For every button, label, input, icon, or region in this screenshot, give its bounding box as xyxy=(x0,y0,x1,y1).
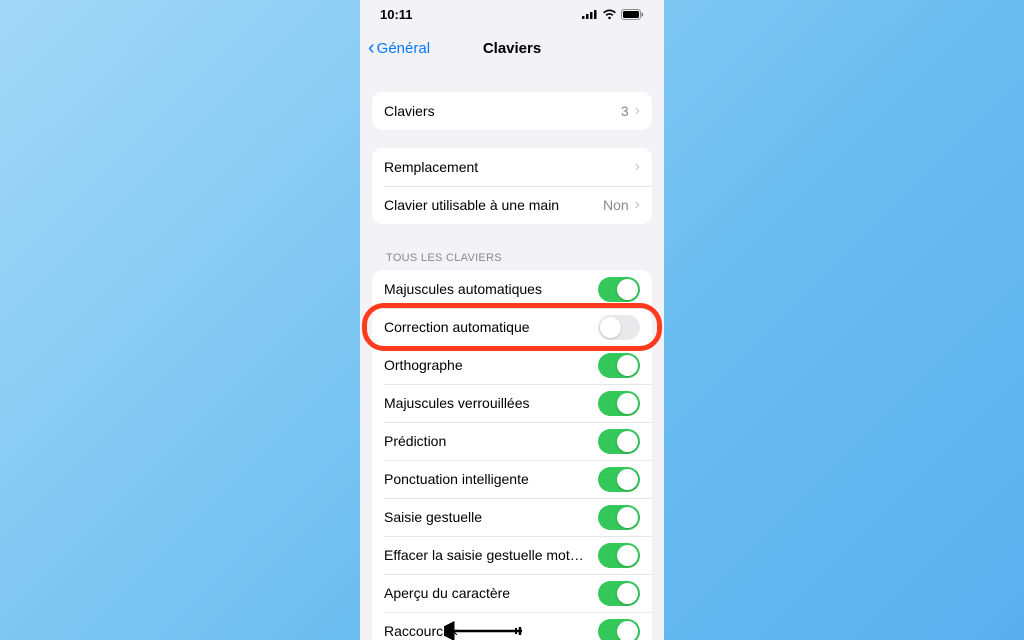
row-label: Claviers xyxy=(384,103,621,119)
toggle-label: Ponctuation intelligente xyxy=(384,471,598,487)
toggle-switch[interactable] xyxy=(598,619,640,640)
group-text: Remplacement › Clavier utilisable à une … xyxy=(372,148,652,224)
group-keyboards: Claviers 3 › xyxy=(372,92,652,130)
toggle-row: Majuscules verrouillées xyxy=(372,384,652,422)
toggle-switch[interactable] xyxy=(598,391,640,416)
settings-content: Claviers 3 › Remplacement › Clavier util… xyxy=(360,92,664,640)
status-bar: 10:11 xyxy=(360,0,664,28)
chevron-right-icon: › xyxy=(635,159,640,175)
toggle-row: Effacer la saisie gestuelle mot… xyxy=(372,536,652,574)
section-header: TOUS LES CLAVIERS xyxy=(386,252,652,264)
toggle-row: Ponctuation intelligente xyxy=(372,460,652,498)
row-label: Remplacement xyxy=(384,159,635,175)
nav-bar: ‹ Général Claviers xyxy=(360,28,664,68)
toggle-switch[interactable] xyxy=(598,543,640,568)
toggle-label: Prédiction xyxy=(384,433,598,449)
row-value: 3 xyxy=(621,103,629,119)
row-keyboards[interactable]: Claviers 3 › xyxy=(372,92,652,130)
toggle-switch[interactable] xyxy=(598,581,640,606)
toggle-row: Aperçu du caractère xyxy=(372,574,652,612)
toggle-label: Orthographe xyxy=(384,357,598,373)
toggle-row: Raccourci « xyxy=(372,612,652,640)
status-time: 10:11 xyxy=(380,7,413,22)
toggle-label: Saisie gestuelle xyxy=(384,509,598,525)
toggle-label: Majuscules verrouillées xyxy=(384,395,598,411)
toggle-row: Orthographe xyxy=(372,346,652,384)
toggle-switch[interactable] xyxy=(598,277,640,302)
status-icons xyxy=(582,9,644,20)
toggle-switch[interactable] xyxy=(598,467,640,492)
cellular-icon xyxy=(582,9,598,19)
toggle-switch[interactable] xyxy=(598,429,640,454)
toggle-label: Raccourci « xyxy=(384,623,598,639)
toggle-label: Correction automatique xyxy=(384,319,598,335)
group-all-keyboards: Majuscules automatiques Correction automa… xyxy=(372,270,652,640)
toggle-row: Correction automatique xyxy=(372,308,652,346)
chevron-right-icon: › xyxy=(635,197,640,213)
toggle-row: Prédiction xyxy=(372,422,652,460)
toggle-label: Effacer la saisie gestuelle mot… xyxy=(384,547,598,563)
chevron-right-icon: › xyxy=(635,103,640,119)
toggle-label: Aperçu du caractère xyxy=(384,585,598,601)
row-replacement[interactable]: Remplacement › xyxy=(372,148,652,186)
toggle-switch[interactable] xyxy=(598,505,640,530)
row-value: Non xyxy=(603,197,629,213)
chevron-left-icon: ‹ xyxy=(368,38,375,58)
toggle-row: Majuscules automatiques xyxy=(372,270,652,308)
wifi-icon xyxy=(602,9,617,20)
toggle-label: Majuscules automatiques xyxy=(384,281,598,297)
toggle-switch[interactable] xyxy=(598,353,640,378)
row-label: Clavier utilisable à une main xyxy=(384,197,603,213)
toggle-row: Saisie gestuelle xyxy=(372,498,652,536)
toggle-switch[interactable] xyxy=(598,315,640,340)
row-one-hand[interactable]: Clavier utilisable à une main Non › xyxy=(372,186,652,224)
phone-frame: 10:11 ‹ Général Claviers Claviers 3 › Re… xyxy=(360,0,664,640)
back-label: Général xyxy=(377,40,430,57)
battery-icon xyxy=(621,9,644,20)
back-button[interactable]: ‹ Général xyxy=(368,38,430,58)
